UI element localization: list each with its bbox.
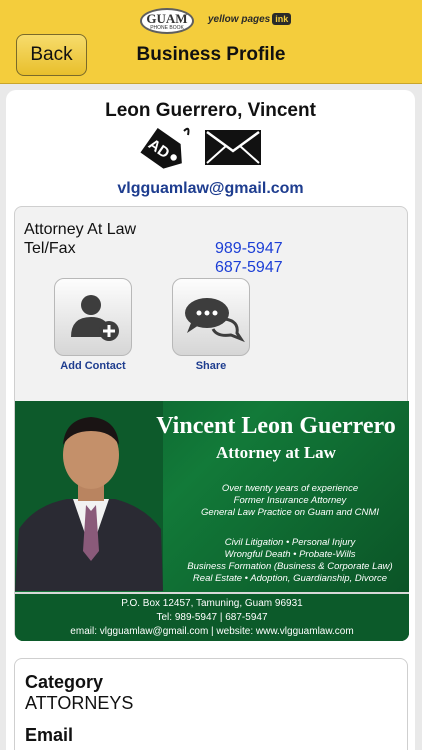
card-attorney-name: Vincent Leon Guerrero [156, 413, 396, 439]
yellow-pages-logo-text: yellow pages [208, 14, 271, 25]
ink-logo-text: ink [272, 13, 292, 25]
business-name: Leon Guerrero, Vincent [105, 100, 316, 121]
card-footer-line: Tel: 989-5947 | 687-5947 [156, 612, 268, 623]
card-attorney-role: Attorney at Law [216, 443, 336, 462]
yellow-pages-ink-logo: yellow pages ink [208, 13, 292, 25]
header-logos: GUAM PHONE BOOK yellow pages ink [0, 5, 422, 35]
card-text-line: Former Insurance Attorney [233, 495, 347, 506]
tel-fax-label: Tel/Fax [24, 240, 76, 257]
card-footer: P.O. Box 12457, Tamuning, Guam 96931 Tel… [15, 592, 409, 641]
mail-icon[interactable] [204, 129, 262, 166]
guam-logo-text: GUAM [146, 11, 188, 26]
share-button[interactable] [172, 278, 250, 356]
category-value: ATTORNEYS [25, 693, 134, 713]
app-header: GUAM PHONE BOOK yellow pages ink Back Bus… [0, 0, 422, 84]
details-box: Category ATTORNEYS Email [14, 658, 408, 750]
share-action[interactable]: Share [172, 278, 250, 372]
business-title: Attorney At Law [24, 221, 137, 238]
share-label: Share [195, 360, 227, 372]
card-text-line: General Law Practice on Guam and CNMI [201, 507, 379, 518]
email-link[interactable]: vlgguamlaw@gmail.com [6, 180, 415, 198]
page-title: Business Profile [136, 44, 286, 65]
profile-card: Leon Guerrero, Vincent AD vlgguamlaw@gma… [6, 90, 415, 750]
phone-link[interactable]: 687-5947 [215, 259, 283, 277]
add-contact-action[interactable]: Add Contact [54, 278, 132, 372]
chat-bubbles-icon [185, 298, 245, 343]
phone-link[interactable]: 989-5947 [215, 240, 283, 258]
card-text-line: Over twenty years of experience [221, 483, 359, 494]
card-text-line: Wrongful Death • Probate-Wills [224, 549, 356, 560]
guam-logo-subtext: PHONE BOOK [150, 25, 184, 31]
card-experience-text: Over twenty years of experience Former I… [173, 483, 407, 519]
attorney-photo [15, 401, 163, 591]
contact-info-box: Attorney At Law Tel/Fax 989-5947 687-594… [14, 206, 409, 641]
card-text-line: Real Estate • Adoption, Guardianship, Di… [192, 573, 388, 584]
card-text-line: Civil Litigation • Personal Injury [224, 537, 356, 548]
card-services-text: Civil Litigation • Personal Injury Wrong… [173, 537, 407, 585]
guam-phone-book-logo: GUAM PHONE BOOK [140, 8, 194, 34]
add-contact-button[interactable] [54, 278, 132, 356]
business-card-image: Vincent Leon Guerrero Attorney at Law Ov… [15, 401, 409, 641]
category-label: Category [25, 672, 104, 692]
ad-tag-icon[interactable]: AD [134, 123, 192, 177]
card-footer-line: P.O. Box 12457, Tamuning, Guam 96931 [121, 598, 303, 609]
add-contact-label: Add Contact [60, 360, 126, 372]
card-footer-line: email: vlgguamlaw@gmail.com | website: w… [70, 626, 354, 637]
email-label: Email [25, 725, 74, 745]
back-button[interactable]: Back [16, 34, 87, 76]
card-text-line: Business Formation (Business & Corporate… [187, 561, 393, 572]
add-contact-icon [71, 295, 119, 341]
